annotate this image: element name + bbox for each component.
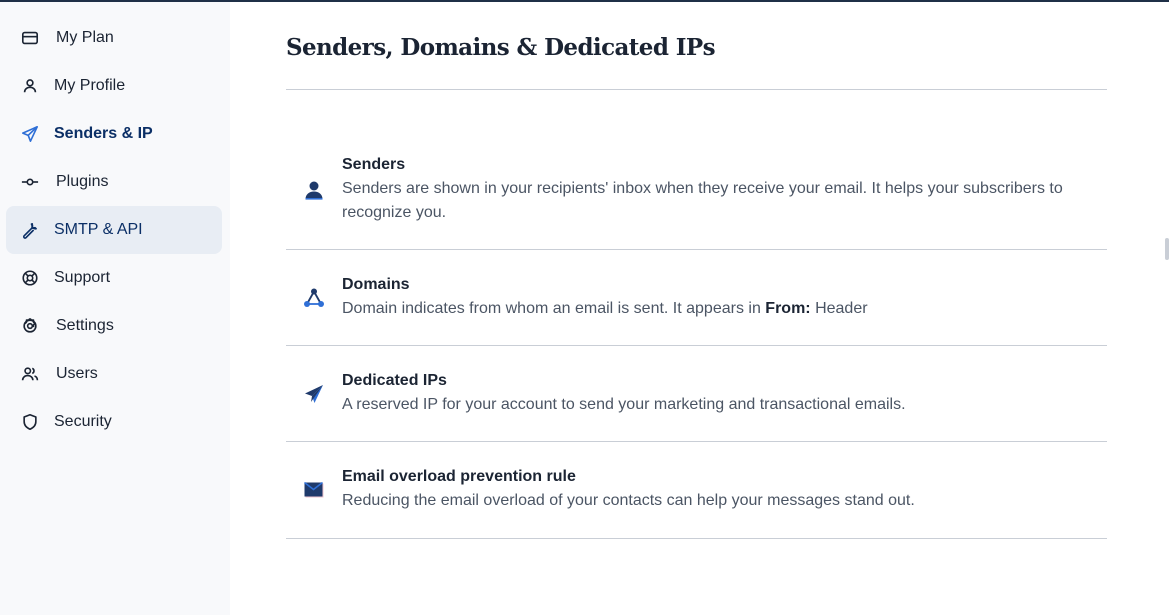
sidebar: My Plan My Profile Senders & IP Plugins … <box>0 2 230 615</box>
sidebar-item-label: Support <box>54 269 111 286</box>
sidebar-item-security[interactable]: Security <box>6 398 222 446</box>
section-title: Dedicated IPs <box>342 372 447 389</box>
gear-icon <box>20 316 40 336</box>
section-senders[interactable]: Senders Senders are shown in your recipi… <box>286 152 1107 248</box>
sidebar-item-senders-ip[interactable]: Senders & IP <box>6 110 222 158</box>
sidebar-item-my-profile[interactable]: My Profile <box>6 62 222 110</box>
description-bold: From: <box>765 300 811 317</box>
wrench-icon <box>20 220 40 240</box>
sidebar-item-label: Security <box>54 413 112 430</box>
title-divider <box>286 89 1107 90</box>
section-divider <box>286 249 1107 250</box>
section-email-overload[interactable]: Email overload prevention rule Reducing … <box>286 464 1107 536</box>
shield-icon <box>20 412 40 432</box>
sidebar-item-my-plan[interactable]: My Plan <box>6 14 222 62</box>
lifebuoy-icon <box>20 268 40 288</box>
section-description: Domain indicates from whom an email is s… <box>342 297 1082 321</box>
sidebar-item-label: Plugins <box>56 173 109 190</box>
person-icon <box>302 178 326 202</box>
section-description: Senders are shown in your recipients' in… <box>342 180 1063 221</box>
sidebar-item-label: Senders & IP <box>54 125 153 142</box>
section-domains[interactable]: Domains Domain indicates from whom an em… <box>286 272 1107 344</box>
scrollbar-handle[interactable] <box>1165 238 1169 260</box>
section-title: Email overload prevention rule <box>342 468 576 485</box>
description-text: Header <box>810 300 868 317</box>
plugin-icon <box>20 172 40 192</box>
send-icon <box>302 382 326 406</box>
user-icon <box>20 76 40 96</box>
sidebar-item-smtp-api[interactable]: SMTP & API <box>6 206 222 254</box>
sidebar-item-label: My Profile <box>54 77 126 94</box>
users-icon <box>20 364 40 384</box>
section-title: Senders <box>342 156 406 173</box>
section-description: A reserved IP for your account to send y… <box>342 396 906 413</box>
paper-plane-icon <box>20 124 40 144</box>
sidebar-item-users[interactable]: Users <box>6 350 222 398</box>
section-title: Domains <box>342 276 410 293</box>
sidebar-item-settings[interactable]: Settings <box>6 302 222 350</box>
section-dedicated-ips[interactable]: Dedicated IPs A reserved IP for your acc… <box>286 368 1107 440</box>
description-text: Domain indicates from whom an email is s… <box>342 300 766 317</box>
sidebar-item-plugins[interactable]: Plugins <box>6 158 222 206</box>
main-content: Senders, Domains & Dedicated IPs Senders… <box>230 2 1169 615</box>
sidebar-item-label: Users <box>56 365 98 382</box>
section-divider <box>286 441 1107 442</box>
network-icon <box>302 286 326 310</box>
section-description: Reducing the email overload of your cont… <box>342 492 915 509</box>
sidebar-item-label: My Plan <box>56 29 114 46</box>
sidebar-item-label: Settings <box>56 317 114 334</box>
sidebar-item-label: SMTP & API <box>54 221 143 238</box>
page-title: Senders, Domains & Dedicated IPs <box>286 34 716 61</box>
section-divider <box>286 538 1107 539</box>
section-divider <box>286 345 1107 346</box>
envelope-icon <box>302 478 326 502</box>
credit-card-icon <box>20 28 40 48</box>
sidebar-item-support[interactable]: Support <box>6 254 222 302</box>
